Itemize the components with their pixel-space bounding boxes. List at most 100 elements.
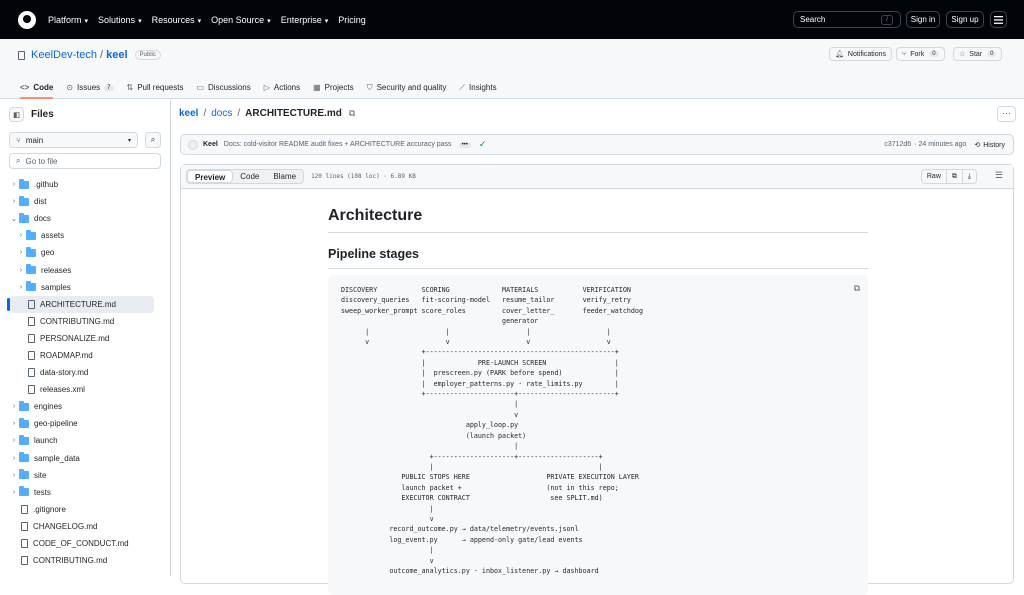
tree-folder[interactable]: ⌄ docs (0, 210, 171, 227)
avatar[interactable] (188, 139, 198, 150)
chevron-right-icon[interactable]: › (9, 472, 19, 479)
tab-preview[interactable]: Preview (187, 170, 234, 183)
nav-enterprise[interactable]: Enterprise ▾ (281, 15, 329, 25)
commit-sha[interactable]: c3712d6 (884, 141, 911, 148)
chevron-right-icon[interactable]: › (9, 489, 19, 496)
chevron-right-icon[interactable]: › (9, 198, 19, 205)
breadcrumb-current-file: ARCHITECTURE.md (245, 108, 342, 119)
check-icon[interactable]: ✓ (479, 139, 487, 150)
graph-icon: ⟋ (459, 82, 466, 92)
tab-label: Insights (469, 83, 497, 92)
commit-author[interactable]: Keel (203, 141, 218, 148)
tab-discussions[interactable]: ▭ Discussions (196, 76, 250, 99)
repo-owner-link[interactable]: KeelDev-tech (31, 49, 97, 61)
sign-up-button[interactable]: Sign up (946, 11, 984, 28)
go-to-file-input[interactable]: ⌕ Go to file (9, 153, 161, 169)
notifications-button[interactable]: 🔔︎ Notifications (829, 47, 893, 61)
tab-actions[interactable]: ▷ Actions (264, 76, 300, 99)
code-block-text: DISCOVERY SCORING MATERIALS VERIFICATION… (341, 286, 643, 575)
copy-icon[interactable]: ⧉ (854, 283, 860, 294)
tree-folder[interactable]: › geo-pipeline (0, 415, 171, 432)
search-icon[interactable]: ⌕ (145, 132, 161, 148)
chevron-right-icon[interactable]: › (16, 284, 26, 291)
chevron-right-icon[interactable]: › (9, 181, 19, 188)
chevron-right-icon[interactable]: › (9, 455, 19, 462)
breadcrumb-separator: / (203, 108, 207, 119)
chevron-right-icon[interactable]: › (9, 420, 19, 427)
tree-file[interactable]: CONTRIBUTING.md (0, 313, 171, 330)
tree-item-label: tests (34, 487, 51, 497)
global-search-button[interactable]: Search / (793, 11, 901, 28)
fork-button[interactable]: ⑂ Fork 0 (896, 47, 945, 61)
breadcrumb-dir-link[interactable]: docs (211, 108, 232, 119)
tree-file[interactable]: CHANGELOG.md (0, 518, 171, 535)
tree-file[interactable]: data-story.md (0, 364, 171, 381)
history-button[interactable]: ⟲ History (974, 141, 1005, 149)
copy-path-icon[interactable]: ⧉ (349, 108, 355, 119)
breadcrumb-repo-link[interactable]: keel (179, 108, 198, 119)
tree-file[interactable]: CODE_OF_CONDUCT.md (0, 535, 171, 552)
chevron-right-icon[interactable]: › (9, 403, 19, 410)
chevron-right-icon[interactable]: › (16, 249, 26, 256)
menu-icon[interactable] (990, 11, 1007, 28)
tree-item-label: .gitignore (33, 504, 66, 514)
tree-folder[interactable]: › engines (0, 398, 171, 415)
nav-pricing[interactable]: Pricing (338, 15, 366, 25)
sidebar-collapse-icon[interactable]: ◧ (9, 107, 24, 122)
tree-folder[interactable]: › tests (0, 484, 171, 501)
copy-icon[interactable]: ⧉ (947, 170, 963, 183)
star-button[interactable]: ☆ Star 0 (953, 47, 1003, 61)
github-logo-icon[interactable] (18, 10, 36, 29)
tree-item-label: CODE_OF_CONDUCT.md (33, 539, 129, 549)
more-options-icon[interactable]: ··· (997, 106, 1016, 122)
tree-folder[interactable]: › launch (0, 432, 171, 449)
outline-icon[interactable]: ☰ (995, 170, 1003, 181)
tree-file[interactable]: ROADMAP.md (0, 347, 171, 364)
nav-resources[interactable]: Resources ▾ (152, 15, 202, 25)
tree-folder[interactable]: › releases (0, 261, 171, 278)
nav-open-source[interactable]: Open Source ▾ (211, 15, 271, 25)
tree-file[interactable]: CONTRIBUTING.md (0, 552, 171, 569)
branch-selector[interactable]: ⑂ main ▾ (9, 132, 138, 148)
tree-file[interactable]: PERSONALIZE.md (0, 330, 171, 347)
tree-folder[interactable]: › samples (0, 279, 171, 296)
commit-expand-button[interactable]: ••• (458, 141, 471, 148)
download-icon[interactable]: ⤓ (963, 170, 976, 183)
commit-message[interactable]: Docs: cold-visitor README audit fixes + … (224, 141, 452, 148)
chevron-right-icon[interactable]: › (16, 267, 26, 274)
chevron-right-icon[interactable]: › (16, 232, 26, 239)
tab-insights[interactable]: ⟋ Insights (459, 76, 496, 99)
tree-folder[interactable]: › dist (0, 193, 171, 210)
chevron-down-icon[interactable]: ⌄ (9, 215, 19, 223)
tab-projects[interactable]: ▦ Projects (313, 76, 353, 99)
file-icon (21, 504, 28, 514)
tree-file[interactable]: .gitignore (0, 501, 171, 518)
issue-icon: ⊙ (66, 83, 74, 92)
folder-icon (26, 281, 36, 292)
sign-in-button[interactable]: Sign in (906, 11, 940, 28)
folder-icon (19, 469, 29, 480)
tree-folder[interactable]: › .github (0, 176, 171, 193)
tab-code-view[interactable]: Code (233, 170, 266, 183)
tab-issues[interactable]: ⊙ Issues 7 (66, 76, 114, 99)
doc-heading-1: Architecture (328, 207, 868, 233)
tree-folder[interactable]: › site (0, 467, 171, 484)
chevron-right-icon[interactable]: › (9, 437, 19, 444)
tree-folder[interactable]: › sample_data (0, 450, 171, 467)
tree-folder[interactable]: › geo (0, 244, 171, 261)
tree-file[interactable]: releases.xml (0, 381, 171, 398)
folder-icon (26, 229, 36, 240)
tree-file[interactable]: ARCHITECTURE.md (7, 295, 154, 313)
tab-code[interactable]: <> Code (20, 76, 54, 99)
folder-icon (26, 264, 36, 275)
tab-security[interactable]: ⛉ Security and quality (367, 76, 447, 99)
tab-blame[interactable]: Blame (266, 170, 303, 183)
repo-name-link[interactable]: keel (106, 49, 127, 61)
tree-folder[interactable]: › assets (0, 227, 171, 244)
nav-solutions[interactable]: Solutions ▾ (98, 15, 142, 25)
raw-button[interactable]: Raw (922, 170, 947, 183)
search-label: Search (800, 15, 826, 24)
nav-platform[interactable]: Platform ▾ (48, 15, 88, 25)
file-icon (28, 333, 35, 343)
tab-pull-requests[interactable]: ⇅ Pull requests (127, 76, 184, 99)
